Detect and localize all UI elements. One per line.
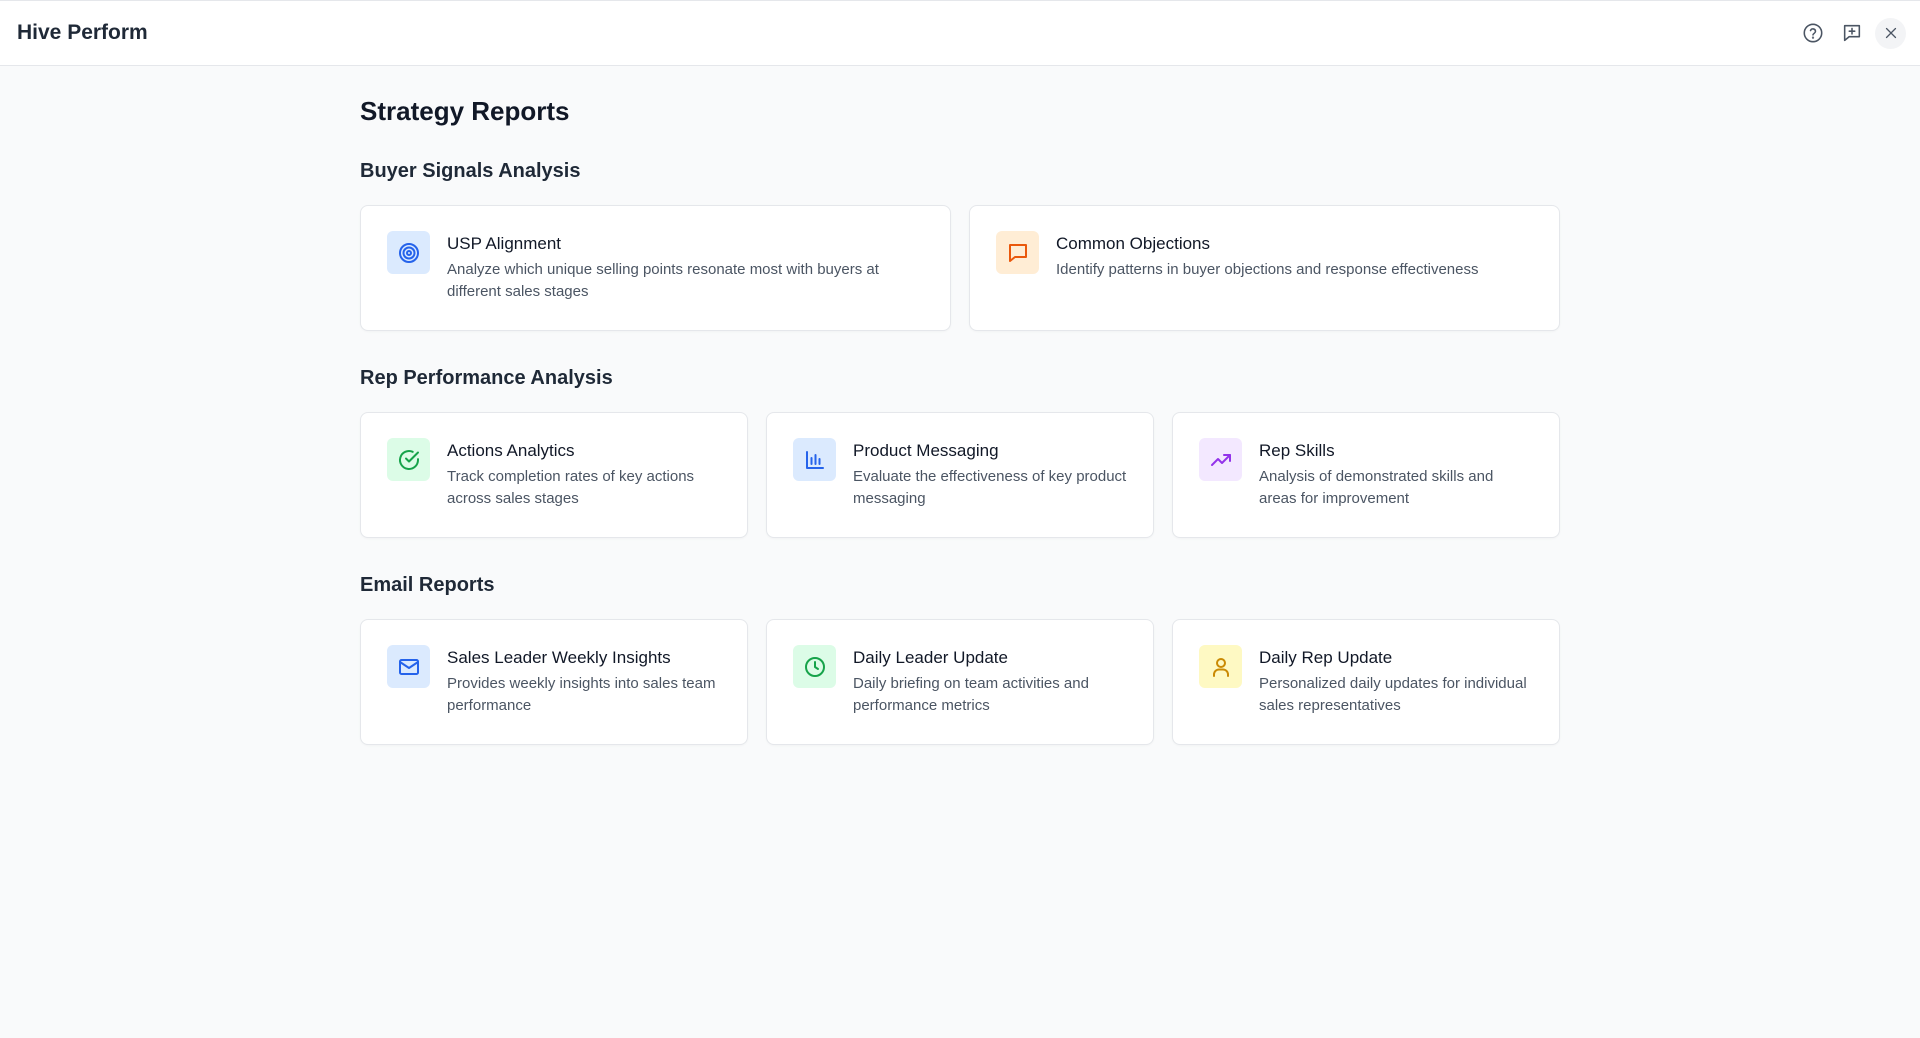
card-text: Product Messaging Evaluate the effective… <box>853 438 1128 510</box>
card-description: Provides weekly insights into sales team… <box>447 675 716 714</box>
card-grid: Actions Analytics Track completion rates… <box>360 412 1560 538</box>
card-description: Analyze which unique selling points reso… <box>447 261 879 300</box>
card-description: Identify patterns in buyer objections an… <box>1056 261 1479 278</box>
card-text: Sales Leader Weekly Insights Provides we… <box>447 645 722 717</box>
card-text: Rep Skills Analysis of demonstrated skil… <box>1259 438 1534 510</box>
section-title: Buyer Signals Analysis <box>360 160 581 182</box>
mail-icon <box>387 645 430 688</box>
card-description: Evaluate the effectiveness of key produc… <box>853 468 1127 507</box>
report-card-daily-leader-update[interactable]: Daily Leader Update Daily briefing on te… <box>766 619 1154 745</box>
card-grid: Sales Leader Weekly Insights Provides we… <box>360 619 1560 745</box>
user-icon <box>1199 645 1242 688</box>
card-text: Actions Analytics Track completion rates… <box>447 438 722 510</box>
page-title: Strategy Reports <box>360 96 570 126</box>
close-icon <box>1885 27 1896 39</box>
check-circle-icon <box>387 438 430 481</box>
feedback-button[interactable] <box>1836 18 1867 49</box>
clock-icon <box>793 645 836 688</box>
close-button[interactable] <box>1875 17 1906 49</box>
top-actions <box>1797 17 1906 49</box>
report-card-sales-leader-weekly-insights[interactable]: Sales Leader Weekly Insights Provides we… <box>360 619 748 745</box>
card-title: Daily Rep Update <box>1259 648 1393 667</box>
bar-chart-icon <box>793 438 836 481</box>
card-text: USP Alignment Analyze which unique selli… <box>447 231 925 303</box>
report-card-common-objections[interactable]: Common Objections Identify patterns in b… <box>969 205 1560 331</box>
top-bar: Hive Perform <box>0 0 1920 66</box>
section-rep-performance: Rep Performance Analysis Actions Analyti… <box>360 364 1560 538</box>
card-title: Common Objections <box>1056 234 1211 253</box>
message-plus-icon <box>1843 24 1860 42</box>
card-description: Daily briefing on team activities and pe… <box>853 675 1089 714</box>
message-square-icon <box>996 231 1039 274</box>
section-title: Email Reports <box>360 574 495 596</box>
card-title: Product Messaging <box>853 441 999 460</box>
card-title: Rep Skills <box>1259 441 1335 460</box>
question-circle-icon <box>1803 23 1822 43</box>
report-card-product-messaging[interactable]: Product Messaging Evaluate the effective… <box>766 412 1154 538</box>
card-text: Common Objections Identify patterns in b… <box>1056 231 1534 281</box>
app-title: Hive Perform <box>17 21 148 44</box>
card-title: Sales Leader Weekly Insights <box>447 648 671 667</box>
section-buyer-signals: Buyer Signals Analysis USP Alignment Ana… <box>360 157 1560 331</box>
card-title: USP Alignment <box>447 234 562 253</box>
report-card-actions-analytics[interactable]: Actions Analytics Track completion rates… <box>360 412 748 538</box>
card-text: Daily Leader Update Daily briefing on te… <box>853 645 1128 717</box>
report-card-daily-rep-update[interactable]: Daily Rep Update Personalized daily upda… <box>1172 619 1560 745</box>
section-title: Rep Performance Analysis <box>360 367 613 389</box>
report-card-rep-skills[interactable]: Rep Skills Analysis of demonstrated skil… <box>1172 412 1560 538</box>
card-description: Track completion rates of key actions ac… <box>447 468 695 507</box>
card-grid: USP Alignment Analyze which unique selli… <box>360 205 1560 331</box>
card-description: Personalized daily updates for individua… <box>1259 675 1527 714</box>
report-card-usp-alignment[interactable]: USP Alignment Analyze which unique selli… <box>360 205 951 331</box>
target-icon <box>387 231 430 274</box>
card-title: Daily Leader Update <box>853 648 1008 667</box>
trending-up-icon <box>1199 438 1242 481</box>
help-button[interactable] <box>1797 18 1828 49</box>
main-content: Strategy Reports Buyer Signals Analysis … <box>360 66 1560 745</box>
section-email-reports: Email Reports Sales Leader Weekly Insigh… <box>360 571 1560 745</box>
card-description: Analysis of demonstrated skills and area… <box>1259 468 1494 507</box>
card-title: Actions Analytics <box>447 441 575 460</box>
card-text: Daily Rep Update Personalized daily upda… <box>1259 645 1534 717</box>
